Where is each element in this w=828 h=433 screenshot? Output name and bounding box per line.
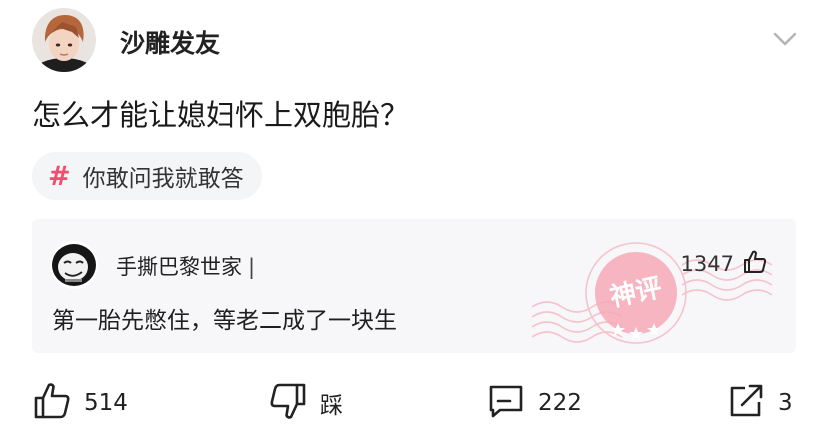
share-count: 3 (778, 390, 793, 416)
thumbs-up-icon (742, 249, 768, 279)
name-separator: | (248, 255, 256, 279)
thumbs-down-icon (268, 381, 308, 425)
comment-icon (486, 381, 526, 425)
commenter-name-text: 手撕巴黎世家 (116, 255, 242, 279)
topic-label: 你敢问我就敢答 (82, 166, 244, 192)
god-comment-card[interactable]: 神评 手撕巴黎世家 | 1347 第一胎先憋住，等老二成了一块生 (32, 219, 796, 353)
share-button[interactable]: 3 (726, 380, 793, 426)
thumbs-up-icon (32, 381, 72, 425)
author-name[interactable]: 沙雕发友 (120, 24, 220, 60)
hashtag-icon: # (48, 160, 71, 192)
commenter-name[interactable]: 手撕巴黎世家 | (116, 251, 255, 281)
author-avatar[interactable] (32, 8, 96, 72)
comment-button[interactable]: 222 (486, 380, 582, 426)
post-title[interactable]: 怎么才能让媳妇怀上双胞胎？ (32, 92, 409, 134)
dislike-button[interactable]: 踩 (268, 380, 343, 426)
chevron-down-icon[interactable] (772, 30, 798, 48)
comment-like-button[interactable]: 1347 (681, 249, 768, 279)
commenter-avatar[interactable] (50, 241, 98, 289)
topic-tag[interactable]: # 你敢问我就敢答 (32, 152, 262, 200)
share-icon (726, 381, 766, 425)
comment-text: 第一胎先憋住，等老二成了一块生 (52, 308, 397, 334)
like-count: 514 (84, 390, 128, 416)
action-bar: 514 踩 222 3 (32, 380, 802, 426)
comment-like-count: 1347 (680, 252, 734, 276)
like-button[interactable]: 514 (32, 380, 128, 426)
dislike-label: 踩 (320, 393, 343, 419)
comment-count: 222 (538, 390, 582, 416)
post-header: 沙雕发友 (32, 8, 802, 74)
